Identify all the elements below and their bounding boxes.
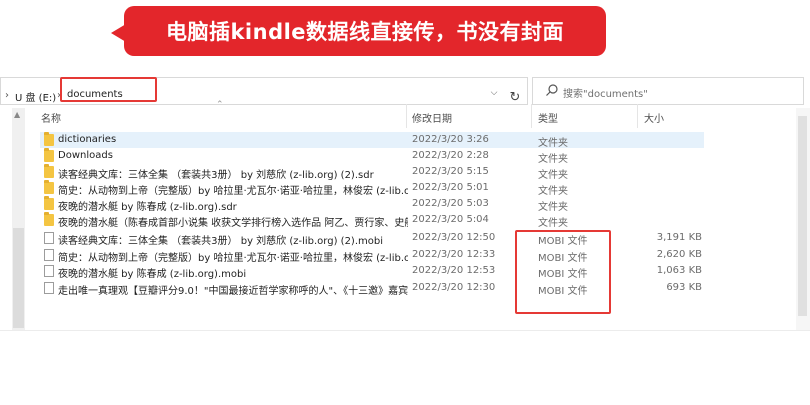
column-header-size[interactable]: 大小 <box>644 110 664 125</box>
column-header-date[interactable]: 修改日期 <box>412 110 452 125</box>
file-name: 夜晚的潜水艇 by 陈春成 (z-lib.org).sdr <box>58 202 237 213</box>
file-icon <box>44 265 54 277</box>
breadcrumb-drive[interactable]: U 盘 (E:) <box>15 89 56 104</box>
file-date: 2022/3/20 5:01 <box>412 182 489 193</box>
column-header-type[interactable]: 类型 <box>538 110 558 125</box>
file-date: 2022/3/20 12:33 <box>412 249 496 260</box>
search-input-placeholder[interactable]: 搜索"documents" <box>563 85 648 100</box>
file-name: 简史：从动物到上帝（完整版）by 哈拉里·尤瓦尔·诺亚·哈拉里，林俊宏 (z-l… <box>58 253 408 264</box>
column-divider[interactable] <box>406 104 407 128</box>
file-date: 2022/3/20 12:50 <box>412 232 496 243</box>
file-name: 走出唯一真理观【豆瓣评分9.0！"中国最接近哲学家称呼的人"、《十三邀》嘉宾陈.… <box>58 286 408 297</box>
search-box[interactable]: 搜索"documents" <box>532 77 804 105</box>
file-icon <box>44 249 54 261</box>
file-name: 简史：从动物到上帝（完整版）by 哈拉里·尤瓦尔·诺亚·哈拉里，林俊宏 (z-l… <box>58 186 408 197</box>
file-list-scrollbar[interactable] <box>796 108 810 330</box>
folder-highlight-box <box>60 77 157 102</box>
scroll-up-icon[interactable]: ▲ <box>14 110 20 119</box>
file-date: 2022/3/20 2:28 <box>412 150 489 161</box>
address-row: › U 盘 (E:) › documents ⌵ ↻ 搜索"documents" <box>0 70 810 110</box>
refresh-icon[interactable]: ↻ <box>505 85 525 111</box>
file-name: 夜晚的潜水艇 by 陈春成 (z-lib.org).mobi <box>58 269 247 280</box>
file-name: 夜晚的潜水艇（陈春成首部小说集 收获文学排行榜入选作品 阿乙、贾行家、史航... <box>58 218 408 229</box>
column-header-name[interactable]: 名称 <box>41 110 61 125</box>
list-item[interactable]: 简史：从动物到上帝（完整版）by 哈拉里·尤瓦尔·诺亚·哈拉里，林俊宏 (z-l… <box>40 180 704 197</box>
list-item[interactable]: 读客经典文库：三体全集 （套装共3册） by 刘慈欣 (z-lib.org) (… <box>40 164 704 181</box>
chevron-down-icon[interactable]: ⌵ <box>487 86 501 100</box>
file-name: dictionaries <box>58 134 117 145</box>
file-name: 读客经典文库：三体全集 （套装共3册） by 刘慈欣 (z-lib.org) (… <box>58 236 383 247</box>
file-icon <box>44 282 54 294</box>
file-name: Downloads <box>58 150 113 161</box>
file-size: 3,191 KB <box>656 232 702 243</box>
folder-icon <box>44 196 54 210</box>
navigation-pane-scrollbar[interactable]: ▲ <box>12 108 25 330</box>
file-size: 2,620 KB <box>656 249 702 260</box>
folder-icon <box>44 132 54 146</box>
list-item[interactable]: dictionaries 2022/3/20 3:26 文件夹 <box>40 132 704 149</box>
file-size: 1,063 KB <box>656 265 702 276</box>
folder-icon <box>44 180 54 194</box>
column-divider[interactable] <box>637 104 638 128</box>
file-date: 2022/3/20 5:04 <box>412 214 489 225</box>
file-type: 文件夹 <box>538 218 568 229</box>
callout-banner: 电脑插kindle数据线直接传，书没有封面 <box>124 6 606 56</box>
folder-icon <box>44 148 54 162</box>
file-date: 2022/3/20 12:30 <box>412 282 496 293</box>
file-icon <box>44 232 54 244</box>
list-item[interactable]: 夜晚的潜水艇 by 陈春成 (z-lib.org).sdr 2022/3/20 … <box>40 196 704 213</box>
list-item[interactable]: Downloads 2022/3/20 2:28 文件夹 <box>40 148 704 165</box>
file-name: 读客经典文库：三体全集 （套装共3册） by 刘慈欣 (z-lib.org) (… <box>58 170 374 181</box>
file-size: 693 KB <box>666 282 702 293</box>
search-icon <box>546 84 558 96</box>
mobi-type-highlight-box <box>515 230 611 314</box>
banner-text: 电脑插kindle数据线直接传，书没有封面 <box>165 20 565 44</box>
file-date: 2022/3/20 5:03 <box>412 198 489 209</box>
file-date: 2022/3/20 3:26 <box>412 134 489 145</box>
window-bottom-edge <box>0 330 810 331</box>
file-type: 文件夹 <box>538 186 568 197</box>
list-item[interactable]: 夜晚的潜水艇（陈春成首部小说集 收获文学排行榜入选作品 阿乙、贾行家、史航...… <box>40 212 704 229</box>
file-type: 文件夹 <box>538 170 568 181</box>
file-date: 2022/3/20 5:15 <box>412 166 489 177</box>
folder-icon <box>44 212 54 226</box>
breadcrumb-chevron-icon[interactable]: › <box>5 90 9 101</box>
scrollbar-thumb[interactable] <box>798 116 807 316</box>
folder-icon <box>44 164 54 178</box>
column-divider[interactable] <box>531 104 532 128</box>
file-explorer-window: › U 盘 (E:) › documents ⌵ ↻ 搜索"documents"… <box>0 70 810 330</box>
file-type: 文件夹 <box>538 154 568 165</box>
file-type: 文件夹 <box>538 202 568 213</box>
scrollbar-thumb[interactable] <box>13 228 24 328</box>
file-type: 文件夹 <box>538 138 568 149</box>
sort-caret-icon: ⌃ <box>216 100 224 110</box>
file-date: 2022/3/20 12:53 <box>412 265 496 276</box>
